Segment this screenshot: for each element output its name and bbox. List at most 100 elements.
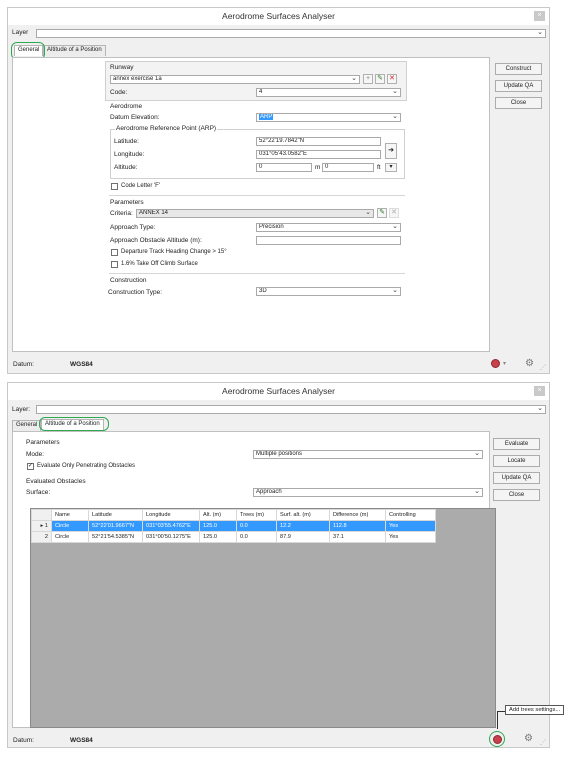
table-row[interactable]: ▸ 1 Circle 52°22'01.9667"N 031°03'55.476… (31, 520, 436, 532)
approach-type-select[interactable]: Precision ⌄ (256, 223, 401, 232)
cell-controlling[interactable]: Yes (385, 531, 436, 543)
criteria-value: ANNEX 14 (139, 210, 169, 216)
parameters-section-label: Parameters (26, 439, 60, 446)
column-header[interactable]: Name (51, 509, 89, 521)
chevron-down-icon: ⌄ (392, 88, 398, 95)
obstacles-table: Name Latitude Longitude Alt. (m) Trees (… (31, 509, 436, 543)
cell-longitude[interactable]: 031°03'55.4762"E (142, 520, 200, 532)
resize-grip-icon[interactable]: ⋰ (540, 364, 546, 371)
layer-select[interactable]: ⌄ (36, 405, 546, 414)
layer-select[interactable]: ⌄ (36, 29, 546, 38)
datum-status-label: Datum: (13, 737, 34, 744)
surface-select[interactable]: Approach ⌄ (253, 488, 483, 497)
close-window-button[interactable]: × (534, 386, 545, 396)
construction-type-select[interactable]: 3D ⌄ (256, 287, 401, 296)
divider (109, 195, 405, 196)
code-letter-f-label: Code Letter 'F' (121, 183, 160, 189)
cell-latitude[interactable]: 52°21'54.5385"N (88, 531, 143, 543)
cell-controlling[interactable]: Yes (385, 520, 436, 532)
cell-latitude[interactable]: 52°22'01.9667"N (88, 520, 143, 532)
datum-status-value: WGS84 (70, 361, 93, 368)
evaluate-button[interactable]: Evaluate (493, 438, 540, 450)
edit-criteria-pencil-icon[interactable]: ✎ (377, 208, 387, 218)
tab-altitude-of-position[interactable]: Altitude of a Position (43, 45, 106, 56)
longitude-input[interactable]: 031°05'43.0582"E (256, 150, 381, 159)
column-header[interactable]: Difference (m) (329, 509, 386, 521)
parameters-section-label: Parameters (110, 199, 144, 206)
column-header[interactable]: Surf. alt. (m) (276, 509, 330, 521)
update-qa-button[interactable]: Update QA (495, 80, 542, 92)
edit-pencil-icon[interactable]: ✎ (375, 74, 385, 84)
delete-x-icon[interactable]: ✕ (387, 74, 397, 84)
cell-alt[interactable]: 125.0 (199, 520, 237, 532)
cell-name[interactable]: Circle (51, 520, 89, 532)
column-header[interactable]: Latitude (88, 509, 143, 521)
add-trees-tooltip: Add trees settings... (505, 705, 565, 715)
column-header[interactable]: Controlling (385, 509, 436, 521)
construct-button[interactable]: Construct (495, 63, 542, 75)
evaluate-only-checkbox[interactable]: ✓ (27, 463, 34, 470)
approach-obstacle-input[interactable] (256, 236, 401, 245)
row-header[interactable]: 2 (31, 531, 52, 543)
resize-grip-icon[interactable]: ⋰ (540, 739, 546, 746)
title-bar[interactable]: Aerodrome Surfaces Analyser × (8, 8, 549, 25)
evaluate-only-label: Evaluate Only Penetrating Obstacles (37, 463, 136, 469)
gear-icon[interactable]: ⚙ (525, 358, 534, 369)
pick-point-arrow-icon[interactable]: ➜ (385, 143, 397, 159)
runway-select-value: annex exercise 1a (113, 76, 162, 82)
code-select[interactable]: 4 ⌄ (256, 88, 401, 97)
criteria-label: Criteria: (110, 210, 133, 217)
update-qa-button[interactable]: Update QA (493, 472, 540, 484)
surface-label: Surface: (26, 489, 51, 496)
chevron-down-icon: ⌄ (392, 287, 398, 294)
trees-dropdown-icon[interactable]: ▾ (503, 360, 506, 367)
construction-type-label: Construction Type: (108, 289, 163, 296)
column-header[interactable]: Longitude (142, 509, 200, 521)
unit-m-label: m (315, 164, 321, 171)
cell-surf-alt[interactable]: 12.2 (276, 520, 330, 532)
column-header[interactable]: Alt. (m) (199, 509, 237, 521)
row-header[interactable]: ▸ 1 (31, 520, 52, 532)
cell-trees[interactable]: 0.0 (236, 520, 277, 532)
cell-alt[interactable]: 125.0 (199, 531, 237, 543)
close-button[interactable]: Close (493, 489, 540, 501)
title-bar[interactable]: Aerodrome Surfaces Analyser × (8, 383, 549, 400)
chevron-down-icon: ⌄ (351, 75, 357, 82)
window-title: Aerodrome Surfaces Analyser (222, 11, 335, 21)
tab-general[interactable]: General (12, 420, 42, 431)
divider (109, 273, 405, 274)
delete-criteria-x-icon[interactable]: ✕ (389, 208, 399, 218)
mode-label: Mode: (26, 451, 45, 458)
cell-surf-alt[interactable]: 87.9 (276, 531, 330, 543)
code-letter-f-checkbox[interactable] (111, 183, 118, 190)
gear-icon[interactable]: ⚙ (524, 733, 533, 744)
add-icon[interactable]: + (363, 74, 373, 84)
column-header[interactable]: Trees (m) (236, 509, 277, 521)
altitude-ft-input[interactable]: 0 (322, 163, 374, 172)
unit-dropdown-icon[interactable]: ▾ (385, 163, 397, 172)
cell-difference[interactable]: 112.8 (329, 520, 386, 532)
general-panel: Runway annex exercise 1a ⌄ + ✎ ✕ Code: 4 ⌄… (12, 57, 490, 352)
trees-settings-icon[interactable] (491, 359, 500, 368)
layer-label: Layer (12, 29, 29, 36)
datum-elevation-select[interactable]: ARP ⌄ (256, 113, 401, 122)
take-off-climb-checkbox[interactable] (111, 261, 118, 268)
criteria-select[interactable]: ANNEX 14 ⌄ (136, 209, 374, 218)
mode-select[interactable]: Multiple positions ⌄ (253, 450, 483, 459)
runway-select[interactable]: annex exercise 1a ⌄ (110, 75, 360, 84)
cell-difference[interactable]: 37.1 (329, 531, 386, 543)
close-window-button[interactable]: × (534, 11, 545, 21)
layer-label: Layer: (12, 406, 31, 413)
departure-track-checkbox[interactable] (111, 249, 118, 256)
locate-button[interactable]: Locate (493, 455, 540, 467)
cell-name[interactable]: Circle (51, 531, 89, 543)
altitude-m-input[interactable]: 0 (256, 163, 312, 172)
latitude-input[interactable]: 52°22'19.7842"N (256, 137, 381, 146)
trees-settings-icon[interactable] (493, 735, 502, 744)
cell-trees[interactable]: 0.0 (236, 531, 277, 543)
obstacles-grid[interactable]: Name Latitude Longitude Alt. (m) Trees (… (30, 508, 496, 728)
close-button[interactable]: Close (495, 97, 542, 109)
table-row[interactable]: 2 Circle 52°21'54.5385"N 031°00'50.1275"… (31, 531, 436, 543)
cell-longitude[interactable]: 031°00'50.1275"E (142, 531, 200, 543)
runway-section-label: Runway (110, 64, 134, 71)
